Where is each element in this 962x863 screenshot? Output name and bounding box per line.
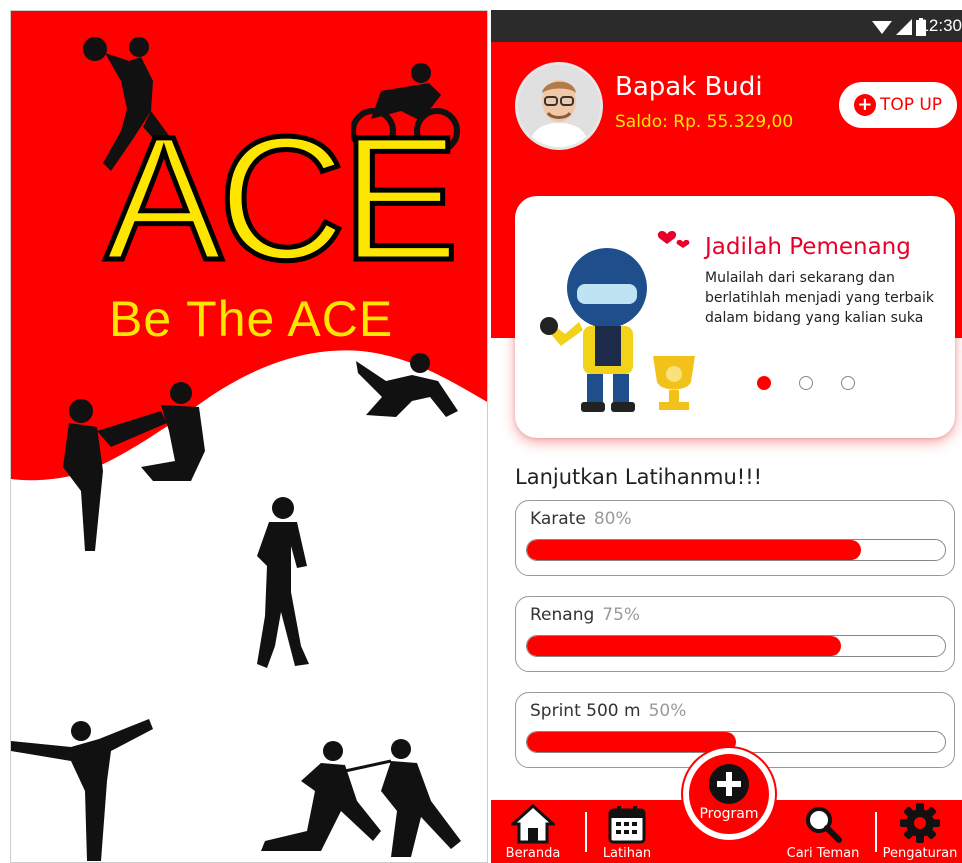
activity-percent: 75% (602, 605, 641, 625)
nav-label: Beranda (505, 846, 561, 861)
racer-with-trophy-illustration (540, 231, 695, 412)
progress-fill (527, 636, 841, 656)
activity-percent: 50% (648, 701, 687, 721)
martial-artists-silhouette (63, 382, 205, 551)
status-time: 12:30 (919, 16, 962, 35)
progress-bar (526, 635, 946, 657)
activity-name: Sprint 500 m (530, 701, 641, 721)
user-photo (518, 65, 600, 147)
avatar[interactable] (515, 62, 603, 150)
home-icon (511, 804, 555, 844)
plus-circle-icon: + (853, 94, 876, 116)
nav-divider (875, 812, 877, 852)
user-name: Bapak Budi (615, 72, 763, 102)
app-tagline: Be The ACE (109, 291, 394, 347)
top-up-label: TOP UP (879, 95, 943, 115)
progress-fill (527, 732, 736, 752)
yoga-silhouette (11, 719, 153, 861)
fencers-silhouette (261, 739, 461, 857)
activity-percent: 80% (593, 509, 632, 529)
calendar-icon (608, 806, 646, 844)
user-balance: Saldo: Rp. 55.329,00 (615, 112, 794, 132)
plus-icon (709, 764, 749, 804)
progress-bar (526, 539, 946, 561)
nav-item-latihan[interactable]: Latihan (591, 800, 663, 863)
nav-item-cari-teman[interactable]: Cari Teman (779, 800, 867, 863)
nav-item-beranda[interactable]: Beranda (497, 800, 569, 863)
status-bar: 12:30 (491, 10, 962, 42)
progress-label: Renang 75% (530, 605, 640, 625)
banner-title: Jadilah Pemenang (705, 234, 911, 260)
nav-label: Pengaturan (882, 846, 958, 861)
progress-label: Karate 80% (530, 509, 632, 529)
activity-name: Renang (530, 605, 595, 625)
banner-pager (757, 376, 855, 390)
nav-label: Latihan (602, 846, 652, 861)
nav-label: Cari Teman (786, 846, 860, 861)
top-up-button[interactable]: + TOP UP (839, 82, 957, 128)
pager-dot[interactable] (757, 376, 771, 390)
program-label: Program (699, 806, 759, 822)
nav-item-pengaturan[interactable]: Pengaturan (879, 800, 961, 863)
progress-fill (527, 540, 862, 560)
pager-dot[interactable] (799, 376, 813, 390)
signal-icon (896, 19, 912, 35)
program-button[interactable]: Program (683, 748, 775, 840)
nav-divider (585, 812, 587, 852)
progress-card-karate[interactable]: Karate 80% (515, 500, 955, 576)
status-icons (872, 18, 926, 36)
search-icon (806, 807, 842, 843)
skater-silhouette (356, 353, 458, 417)
pager-dot[interactable] (841, 376, 855, 390)
progress-section-title: Lanjutkan Latihanmu!!! (515, 465, 763, 489)
splash-screen: ACE Be The ACE (10, 10, 488, 863)
activity-name: Karate (530, 509, 586, 529)
progress-label: Sprint 500 m 50% (530, 701, 686, 721)
wifi-icon (872, 21, 892, 34)
runner-silhouette (257, 497, 309, 668)
progress-card-renang[interactable]: Renang 75% (515, 596, 955, 672)
gear-icon (900, 803, 940, 843)
app-title: ACE (103, 101, 462, 297)
banner-text: Mulailah dari sekarang dan berlatihlah m… (705, 270, 934, 326)
home-screen: 12:30 Bapak Budi Saldo: Rp. 55.329,00 + … (491, 10, 962, 863)
promo-banner[interactable]: Jadilah Pemenang Mulailah dari sekarang … (515, 196, 955, 438)
